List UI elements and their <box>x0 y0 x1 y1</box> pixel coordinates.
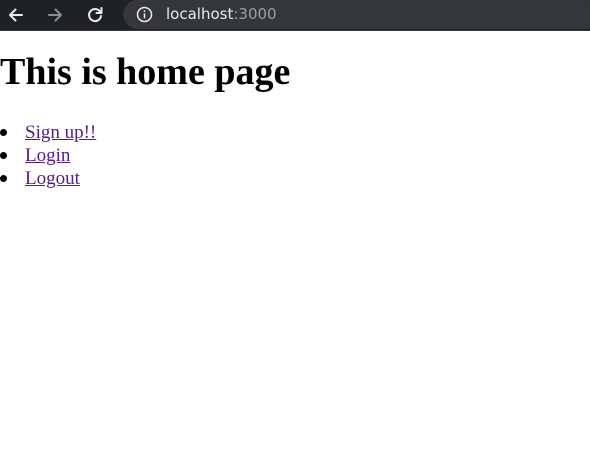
browser-toolbar: localhost:3000 <box>0 0 590 31</box>
info-icon[interactable] <box>136 6 153 23</box>
logout-link[interactable]: Logout <box>25 168 80 189</box>
forward-button[interactable] <box>43 3 67 27</box>
back-arrow-icon <box>9 8 23 22</box>
forward-arrow-icon <box>48 8 62 22</box>
list-item: Logout <box>0 167 96 190</box>
address-bar[interactable]: localhost:3000 <box>123 0 590 29</box>
url-host: localhost <box>166 5 234 23</box>
url-port: :3000 <box>233 5 277 23</box>
list-item: Sign up!! <box>0 121 96 144</box>
page-content: This is home page Sign up!! Login Logout <box>0 33 590 474</box>
page-title: This is home page <box>0 51 291 93</box>
url-text[interactable]: localhost:3000 <box>166 4 277 24</box>
back-button[interactable] <box>4 3 28 27</box>
reload-button[interactable] <box>83 3 107 27</box>
login-link[interactable]: Login <box>25 145 70 166</box>
list-item: Login <box>0 144 96 167</box>
reload-icon <box>88 7 103 23</box>
bullet-icon <box>0 175 7 182</box>
bullet-icon <box>0 129 7 136</box>
signup-link[interactable]: Sign up!! <box>25 122 96 143</box>
bullet-icon <box>0 152 7 159</box>
nav-link-list: Sign up!! Login Logout <box>0 121 96 190</box>
